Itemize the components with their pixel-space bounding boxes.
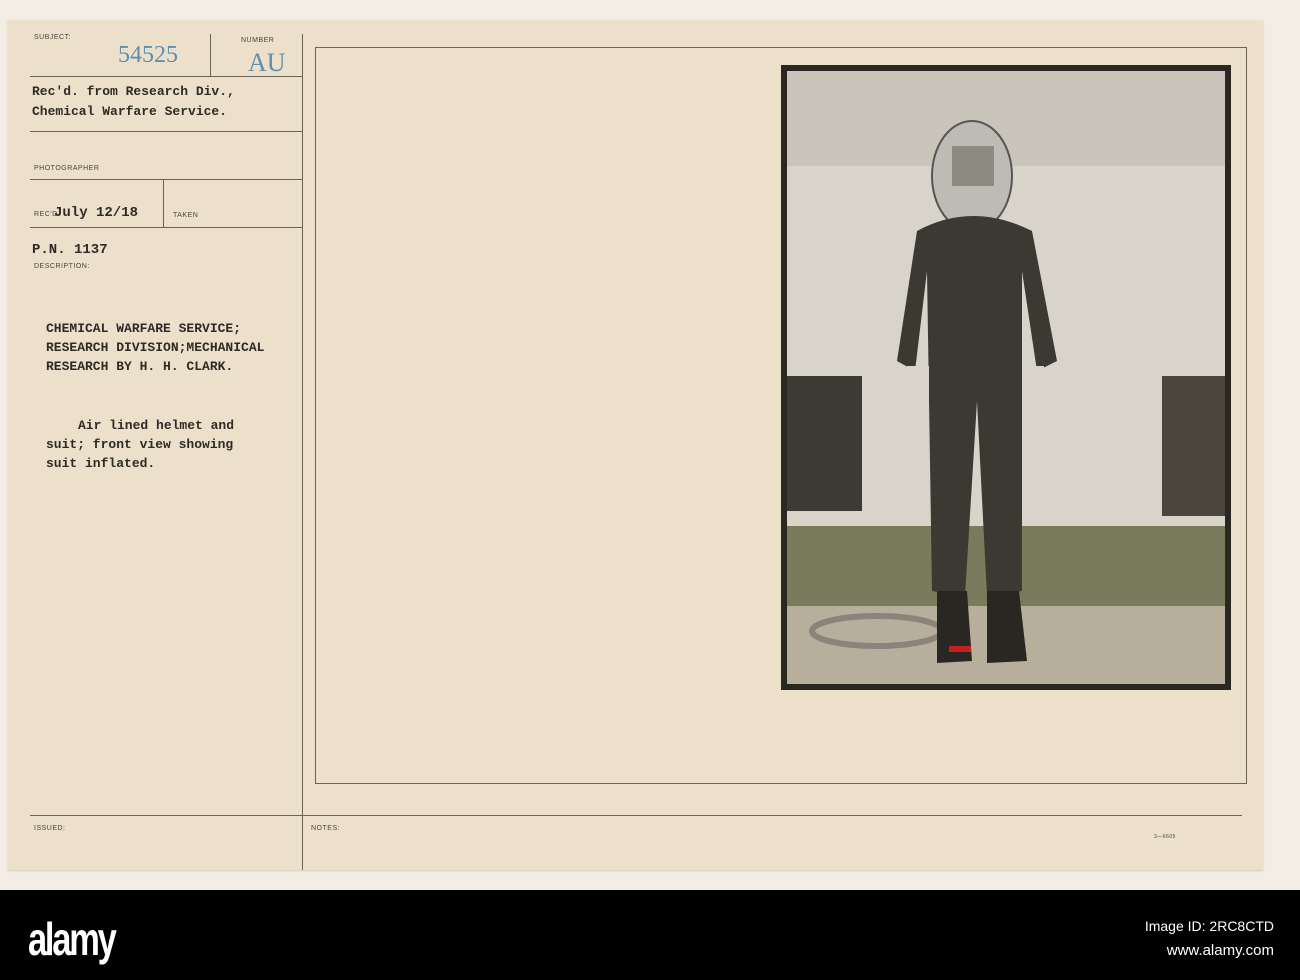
archive-card: SUBJECT: 54525 NUMBER AU Rec'd. from Res…	[8, 20, 1263, 870]
taken-label: TAKEN	[173, 212, 199, 219]
received-from-line-2: Chemical Warfare Service.	[32, 104, 228, 119]
description-heading-3: RESEARCH BY H. H. CLARK.	[46, 359, 234, 374]
photographer-label: PHOTOGRAPHER	[34, 165, 100, 172]
description-heading-1: CHEMICAL WARFARE SERVICE;	[46, 321, 242, 336]
form-number: 3—6605	[1154, 834, 1176, 840]
divider	[163, 179, 164, 227]
description-body-1: Air lined helmet and	[78, 418, 235, 433]
number-value: AU	[248, 48, 286, 77]
divider	[30, 76, 302, 77]
description-body-2: suit; front view showing	[46, 437, 234, 452]
description-body-3: suit inflated.	[46, 456, 156, 471]
divider	[210, 34, 211, 76]
alamy-logo: alamy	[28, 913, 117, 965]
description-label: DESCRIPTION:	[34, 263, 90, 270]
pn-number: P.N. 1137	[32, 242, 108, 258]
number-label: NUMBER	[241, 37, 275, 44]
divider	[30, 131, 302, 132]
notes-label: NOTES:	[311, 825, 341, 832]
recd-date: July 12/18	[54, 205, 139, 221]
issued-label: ISSUED:	[34, 825, 66, 832]
subject-label: SUBJECT:	[34, 34, 72, 41]
footer-bar	[0, 890, 1300, 980]
divider	[30, 179, 302, 180]
subject-number: 54525	[118, 42, 178, 68]
photograph	[781, 65, 1231, 690]
divider	[30, 815, 1242, 816]
received-from-line-1: Rec'd. from Research Div.,	[32, 84, 235, 99]
image-id: Image ID: 2RC8CTD	[1144, 918, 1274, 934]
site-url[interactable]: www.alamy.com	[1167, 942, 1274, 959]
suit-figure-image	[787, 71, 1225, 684]
column-divider	[302, 34, 303, 870]
divider	[30, 227, 302, 228]
description-heading-2: RESEARCH DIVISION;MECHANICAL	[46, 340, 265, 355]
